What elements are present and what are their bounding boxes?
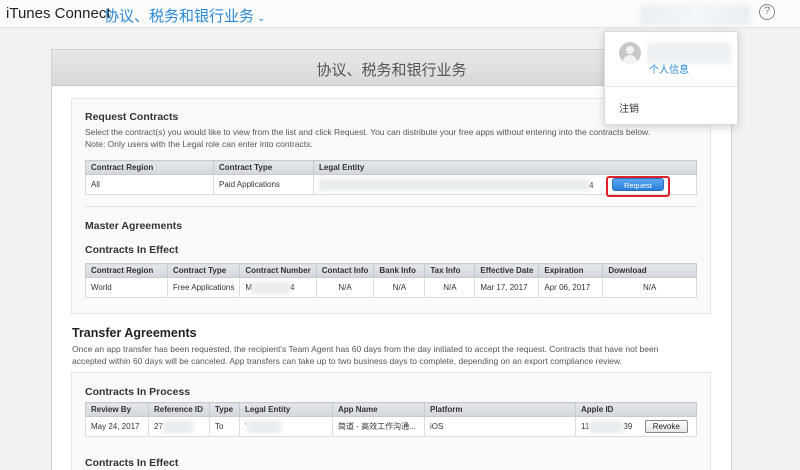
col-effective-date: Effective Date [474,263,540,278]
col-contract-type: Contract Type [213,160,314,175]
col-contract-region: Contract Region [85,160,214,175]
section-menu[interactable]: 协议、税务和银行业务 ⌄ [104,5,265,26]
request-highlight [606,176,670,197]
col-platform: Platform [424,402,576,417]
cell-review-by: May 24, 2017 [85,416,149,437]
transfer-in-effect-heading: Contracts In Effect [85,457,179,469]
transfer-agreements-heading: Transfer Agreements [72,326,197,340]
cell-apple-id: 11 39 Revoke [575,416,697,437]
contract-number-prefix: M [245,282,253,292]
col-type: Type [209,402,240,417]
profile-link[interactable]: 个人信息 [649,61,689,76]
page-title: 协议、税务和银行业务 [316,62,467,79]
contracts-in-effect-heading: Contracts In Effect [85,244,179,256]
signout-link[interactable]: 注销 [619,100,639,115]
legal-entity-tail: 4 [589,180,594,190]
col-review-by: Review By [85,402,149,417]
top-bar: iTunes Connect 协议、税务和银行业务 ⌄ ? [0,0,800,28]
transfer-desc-1: Once an app transfer has been requested,… [72,344,659,354]
help-icon[interactable]: ? [759,4,775,20]
col-app-name: App Name [332,402,425,417]
table-row: All Paid Applications 4 Request [85,174,697,195]
contract-number-suffix: 4 [290,282,295,292]
cell-type: Free Applications [166,277,241,298]
col-legal-entity: Legal Entity [239,402,333,417]
master-agreements-heading: Master Agreements [85,220,183,232]
cell-download: N/A [602,277,697,298]
table-header-row: Contract Region Contract Type Legal Enti… [85,160,697,175]
cell-expiration: Apr 06, 2017 [538,277,604,298]
cell-contact-info: N/A [315,277,375,298]
col-legal-entity: Legal Entity [313,160,697,175]
col-apple-id: Apple ID [575,402,697,417]
transfer-contracts-table: Review By Reference ID Type Legal Entity… [85,402,697,437]
legal-entity-redacted [246,420,281,433]
col-contact-info: Contact Info [315,263,375,278]
apple-id-suffix: 39 [623,422,633,431]
cell-contract-number: M4 [239,277,317,298]
col-reference-id: Reference ID [148,402,210,417]
avatar [619,42,641,64]
cell-tax-info: N/A [424,277,476,298]
table-header-row: Review By Reference ID Type Legal Entity… [85,402,697,417]
section-menu-label: 协议、税务和银行业务 [104,8,255,25]
reference-id-redacted [162,420,193,433]
cell-type: To [209,416,240,437]
cell-app-name: 简道 - 高效工作沟通... [332,416,425,437]
table-row: May 24, 2017 27 To ' 简道 - 高效工作沟通... iOS … [85,416,697,437]
col-download: Download [602,263,697,278]
col-contract-type: Contract Type [166,263,241,278]
master-contracts-table: Contract Region Contract Type Contract N… [85,263,697,298]
table-row: World Free Applications M4 N/A N/A N/A M… [85,277,697,298]
apple-id-redacted [589,420,624,433]
user-dropdown: 个人信息 注销 [604,31,738,125]
request-contracts-desc-2: Note: Only users with the Legal role can… [85,139,313,149]
reference-id-prefix: 27 [154,421,163,431]
request-contracts-desc-1: Select the contract(s) you would like to… [85,127,651,137]
dropdown-divider [605,86,737,87]
user-menu[interactable] [640,5,750,25]
contract-number-redacted [252,281,291,294]
contracts-in-process-heading: Contracts In Process [85,386,191,398]
col-contract-number: Contract Number [239,263,317,278]
cell-region: World [85,277,168,298]
col-tax-info: Tax Info [424,263,476,278]
col-bank-info: Bank Info [373,263,426,278]
cell-reference-id: 27 [148,416,210,437]
legal-entity-redacted [319,179,589,192]
apple-id-prefix: 11 [581,422,590,431]
cell-platform: iOS [424,416,576,437]
table-header-row: Contract Region Contract Type Contract N… [85,263,697,278]
transfer-desc-2: accepted within 60 days will be canceled… [72,356,622,366]
section-divider [84,206,698,207]
brand-title[interactable]: iTunes Connect [6,5,111,22]
request-contracts-heading: Request Contracts [85,111,179,123]
revoke-button[interactable]: Revoke [644,420,688,433]
cell-type: Paid Applications [213,174,314,195]
col-expiration: Expiration [538,263,604,278]
chevron-down-icon: ⌄ [257,13,266,24]
cell-bank-info: N/A [373,277,426,298]
cell-legal-entity: ' [239,416,333,437]
col-contract-region: Contract Region [85,263,168,278]
cell-effective-date: Mar 17, 2017 [474,277,540,298]
cell-region: All [85,174,214,195]
